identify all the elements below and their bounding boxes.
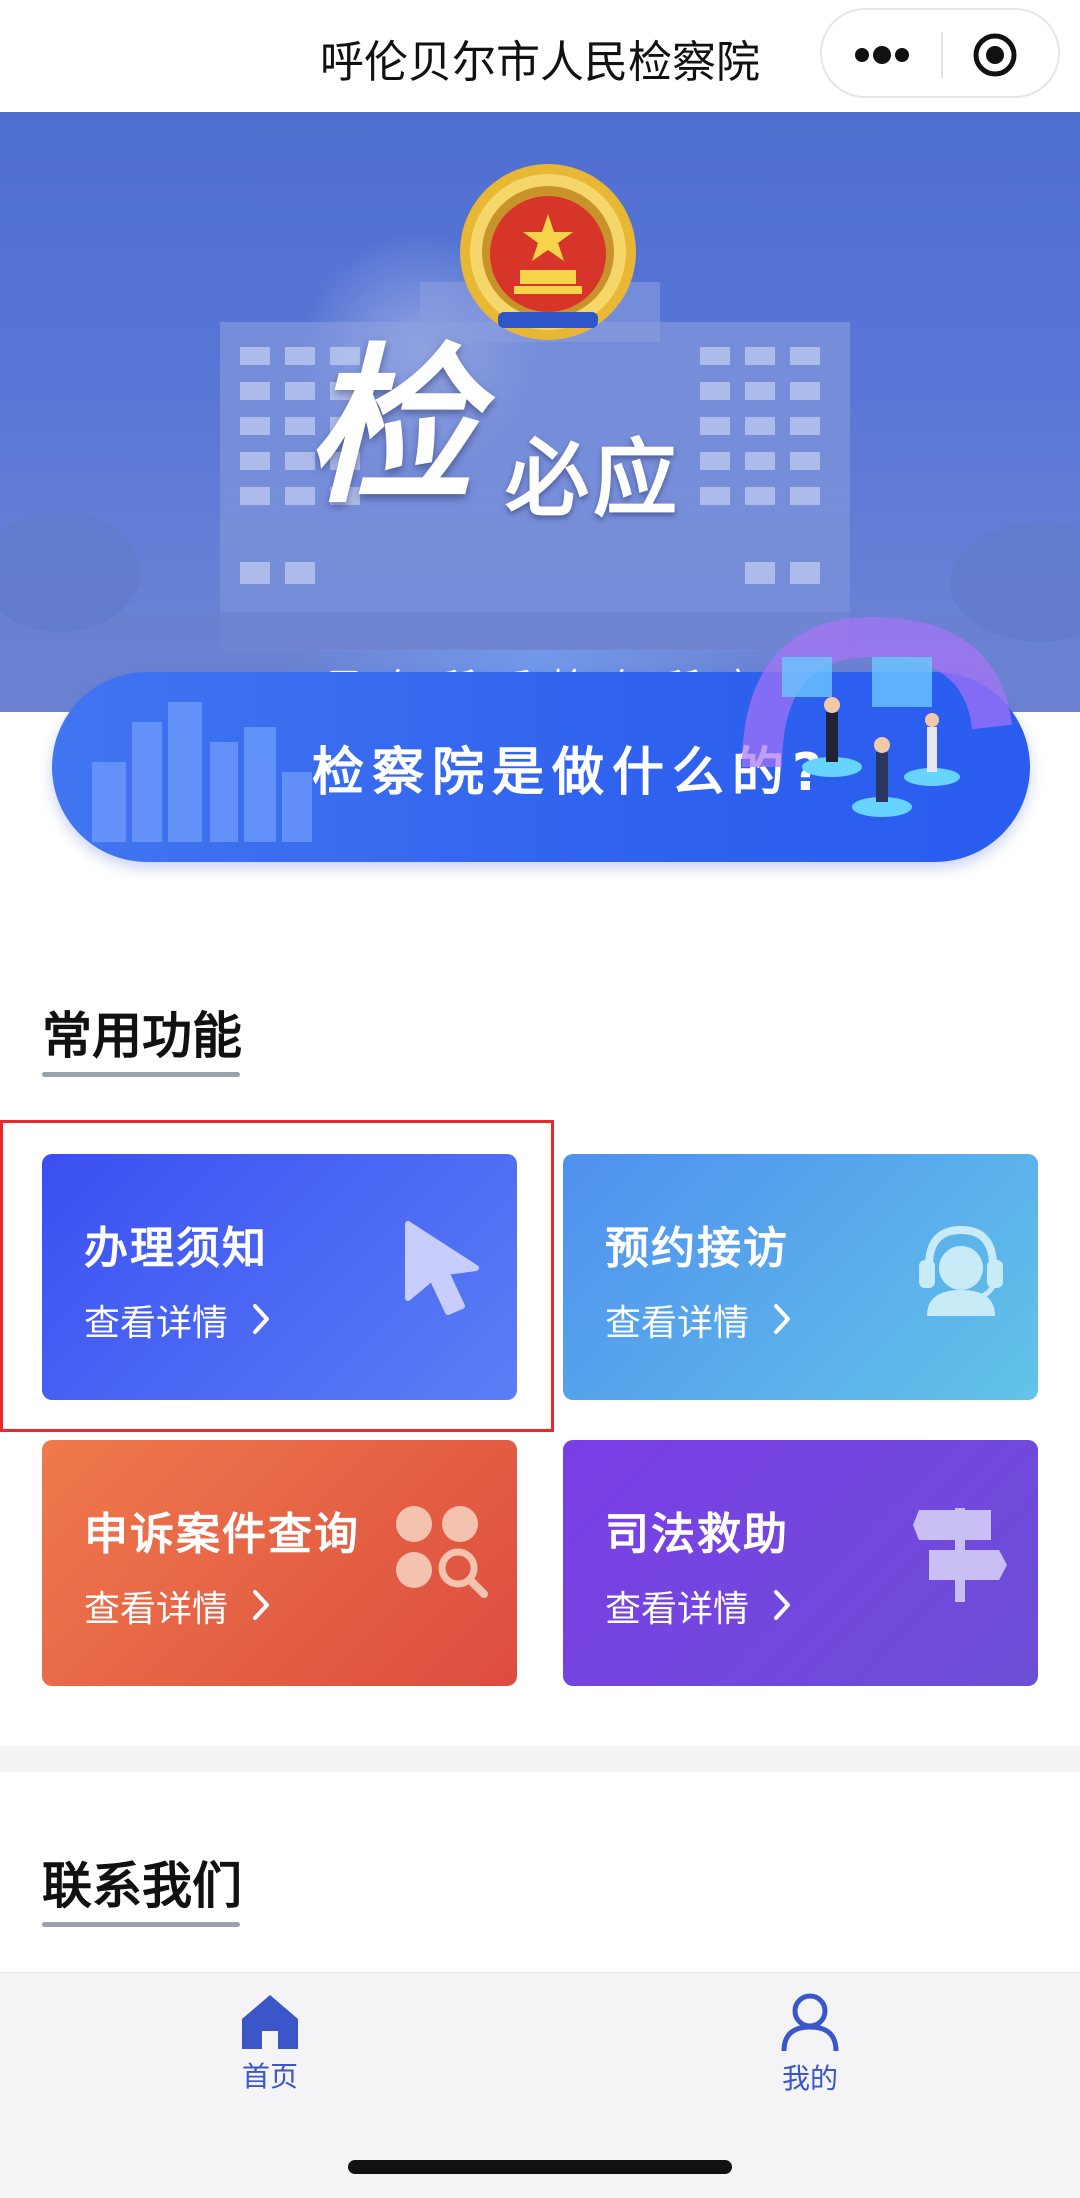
section-title-common-text: 常用功能 (42, 1007, 242, 1065)
card-detail-link[interactable]: 查看详情 (84, 1580, 228, 1632)
card-judicial-aid[interactable]: 司法救助 查看详情 (563, 1440, 1038, 1686)
grid-search-icon (396, 1506, 488, 1598)
close-miniprogram-icon[interactable] (972, 32, 1018, 78)
home-indicator (348, 2160, 732, 2174)
card-title: 申诉案件查询 (84, 1509, 360, 1560)
more-icon[interactable] (850, 33, 914, 77)
miniprogram-capsule (820, 8, 1060, 98)
chevron-right-icon (774, 1304, 790, 1334)
section-title-common: 常用功能 (42, 996, 252, 1068)
headset-agent-icon (919, 1225, 1003, 1316)
what-is-procuratorate-banner[interactable]: 检察院是做什么的? (52, 617, 1030, 862)
card-appeal-query[interactable]: 申诉案件查询 查看详情 (42, 1440, 517, 1686)
cursor-icon (405, 1221, 479, 1315)
section-title-contact: 联系我们 (42, 1846, 252, 1918)
card-detail-link[interactable]: 查看详情 (84, 1294, 228, 1346)
top-nav-bar: 呼伦贝尔市人民检察院 (0, 0, 1080, 112)
banner-slogan-big: 检 (305, 327, 476, 527)
card-guidelines[interactable]: 办理须知 查看详情 (42, 1154, 517, 1400)
procuratorate-emblem (460, 164, 636, 340)
card-appointment[interactable]: 预约接访 查看详情 (563, 1154, 1038, 1400)
card-detail-link[interactable]: 查看详情 (605, 1294, 749, 1346)
tab-home-label: 首页 (241, 2060, 298, 2093)
signpost-icon (913, 1508, 1007, 1602)
city-skyline-icon (92, 702, 312, 842)
section-title-contact-text: 联系我们 (42, 1857, 242, 1915)
capsule-divider (941, 32, 943, 78)
banner-slogan-small: 必应 (505, 429, 682, 528)
card-title: 司法救助 (605, 1509, 789, 1560)
section-underline (42, 1072, 240, 1077)
card-title: 预约接访 (605, 1223, 789, 1274)
tab-home[interactable]: 首页 (170, 1991, 370, 2101)
card-detail-link[interactable]: 查看详情 (605, 1580, 749, 1632)
card-title: 办理须知 (84, 1223, 268, 1274)
chevron-right-icon (774, 1590, 790, 1620)
section-divider (0, 1746, 1080, 1772)
tab-mine-label: 我的 (781, 2062, 838, 2095)
user-icon (781, 1993, 839, 2052)
home-icon (242, 1995, 298, 2049)
section-underline (42, 1922, 240, 1927)
people-screen-illustration (742, 617, 1012, 817)
chevron-right-icon (253, 1590, 269, 1620)
page: 呼伦贝尔市人民检察院 检 必应 检察院是做什么的? 常用功能 办理须知 查看详情… (0, 0, 1080, 2198)
tab-mine[interactable]: 我的 (710, 1991, 910, 2101)
chevron-right-icon (253, 1304, 269, 1334)
